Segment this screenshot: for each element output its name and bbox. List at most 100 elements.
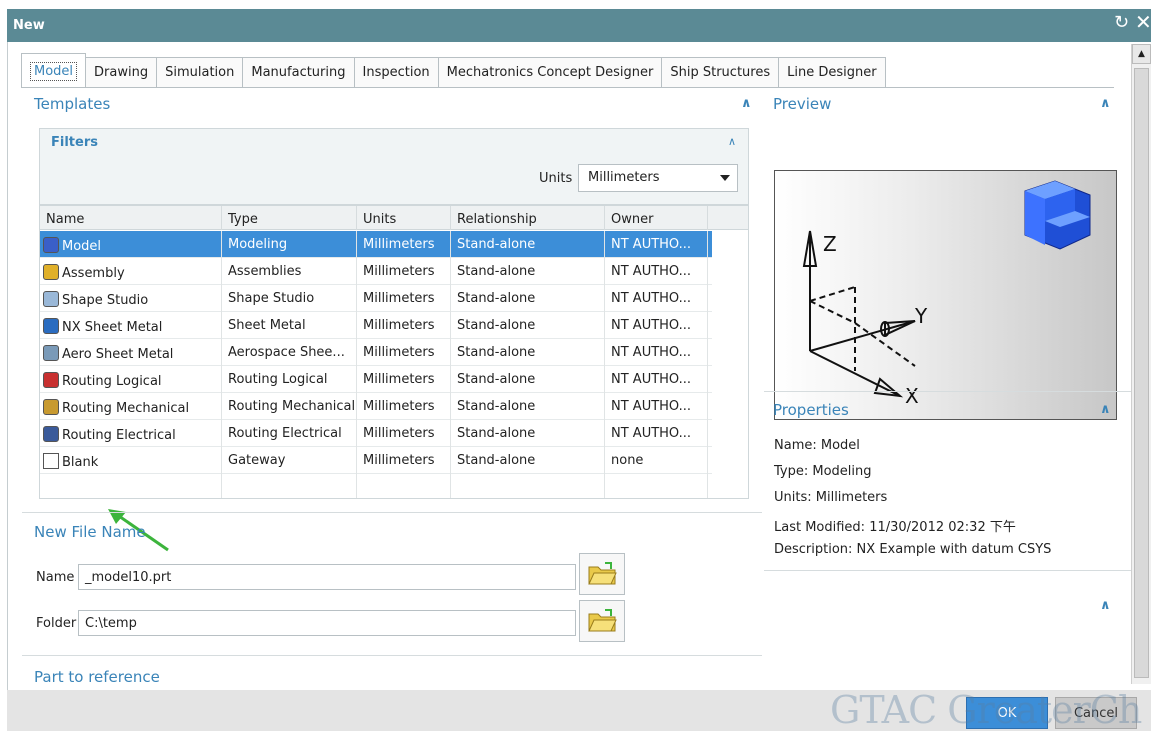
window-title: New (13, 18, 45, 33)
browse-folder-button[interactable] (579, 600, 625, 642)
table-row[interactable]: Shape Studio Shape Studio Millimeters Stand… (40, 285, 712, 312)
cell-units: Millimeters (357, 258, 451, 285)
cell-type: Modeling (222, 231, 357, 258)
cell-text: Assemblies (228, 264, 302, 279)
folder-label: Folder (36, 616, 77, 631)
folder-input[interactable]: C:\temp (78, 610, 576, 636)
cell-units: Millimeters (357, 393, 451, 420)
cell-units: Millimeters (357, 366, 451, 393)
column-header-name[interactable]: Name (40, 206, 222, 230)
cell-units: Millimeters (357, 447, 451, 474)
tab-model-label: Model (30, 61, 78, 81)
shape-studio-icon (43, 291, 59, 307)
cell-text: Millimeters (363, 318, 435, 333)
tab-mechatronics-concept-designer[interactable]: Mechatronics Concept Designer (438, 57, 663, 88)
cell-owner: NT AUTHO... (605, 258, 708, 285)
cell-name: Blank (40, 447, 222, 474)
templates-collapse-icon[interactable]: ∧ (741, 96, 752, 111)
cell-relationship: Stand-alone (451, 231, 605, 258)
watermark: GTAC GreaterCh (830, 688, 1142, 732)
table-row[interactable]: Model Modeling Millimeters Stand-alone NT AU… (40, 231, 712, 258)
scroll-up-arrow-icon[interactable]: ▲ (1132, 44, 1151, 64)
y-axis-label: Y (914, 304, 928, 328)
tab-divider (22, 87, 1114, 88)
extra-section-collapse-icon[interactable]: ∧ (1100, 598, 1111, 613)
cell-text: Stand-alone (457, 318, 536, 333)
cell-name: Model (40, 231, 222, 258)
cell-text: Stand-alone (457, 291, 536, 306)
column-header-type[interactable]: Type (222, 206, 357, 230)
browse-name-button[interactable] (579, 553, 625, 595)
table-row[interactable]: NX Sheet Metal Sheet Metal Millimeters Stan… (40, 312, 712, 339)
filters-title[interactable]: Filters (51, 135, 98, 150)
cell-empty (357, 474, 451, 498)
preview-section-title[interactable]: Preview (773, 95, 831, 113)
properties-collapse-icon[interactable]: ∧ (1100, 402, 1111, 417)
cell-relationship: Stand-alone (451, 285, 605, 312)
reset-icon[interactable]: ↻ (1114, 13, 1129, 33)
cell-type: Aerospace Shee... (222, 339, 357, 366)
table-row[interactable]: Routing Mechanical Routing Mechanical Mill… (40, 393, 712, 420)
cell-text: Routing Logical (62, 374, 162, 389)
tab-ship-structures[interactable]: Ship Structures (662, 57, 780, 88)
cell-empty (40, 474, 222, 498)
z-axis-label: Z (823, 232, 837, 256)
cell-text: Millimeters (363, 291, 435, 306)
properties-section-title[interactable]: Properties (773, 401, 849, 419)
scrollbar-thumb[interactable] (1134, 68, 1149, 678)
cell-owner: NT AUTHO... (605, 420, 708, 447)
part-to-reference-section-title[interactable]: Part to reference (34, 668, 160, 686)
preview-collapse-icon[interactable]: ∧ (1100, 96, 1111, 111)
cell-empty (605, 474, 708, 498)
table-row[interactable]: Blank Gateway Millimeters Stand-alone none (40, 447, 712, 474)
preview-image: Z Y X (774, 170, 1117, 420)
column-header-owner[interactable]: Owner (605, 206, 708, 230)
cell-type: Shape Studio (222, 285, 357, 312)
tab-model[interactable]: Model (21, 53, 87, 88)
table-row[interactable]: Routing Electrical Routing Electrical Mill… (40, 420, 712, 447)
cell-type: Routing Logical (222, 366, 357, 393)
routing-logical-icon (43, 372, 59, 388)
cell-units: Millimeters (357, 285, 451, 312)
tab-line-designer[interactable]: Line Designer (779, 57, 886, 88)
cell-text: NT AUTHO... (611, 291, 692, 306)
section-divider (22, 512, 762, 513)
table-row[interactable]: Assembly Assemblies Millimeters Stand-alone… (40, 258, 712, 285)
cell-owner: none (605, 447, 708, 474)
templates-table: Name Type Units Relationship Owner Model… (39, 205, 749, 499)
cell-owner: NT AUTHO... (605, 339, 708, 366)
blank-page-icon (43, 453, 59, 469)
cell-name: Aero Sheet Metal (40, 339, 222, 366)
property-name: Name: Model (774, 438, 860, 453)
cell-text: Routing Mechanical (228, 399, 356, 414)
column-header-relationship[interactable]: Relationship (451, 206, 605, 230)
new-file-name-section-title[interactable]: New File Name (34, 523, 146, 541)
property-type: Type: Modeling (774, 464, 872, 479)
cell-text: Routing Mechanical (62, 401, 190, 416)
cell-text: Stand-alone (457, 264, 536, 279)
table-row[interactable]: Aero Sheet Metal Aerospace Shee... Millime… (40, 339, 712, 366)
cell-units: Millimeters (357, 339, 451, 366)
units-dropdown[interactable]: Millimeters (578, 164, 738, 192)
tab-drawing[interactable]: Drawing (86, 57, 158, 88)
filters-collapse-icon[interactable]: ∧ (728, 135, 736, 148)
aero-sheet-metal-icon (43, 345, 59, 361)
tab-simulation[interactable]: Simulation (157, 57, 244, 88)
cell-empty (451, 474, 605, 498)
close-icon[interactable]: ✕ (1135, 12, 1151, 32)
routing-electrical-icon (43, 426, 59, 442)
templates-section-title[interactable]: Templates (34, 95, 110, 113)
column-header-units[interactable]: Units (357, 206, 451, 230)
property-last-modified: Last Modified: 11/30/2012 02:32 下午 (774, 520, 1016, 535)
vertical-scrollbar[interactable]: ▲ (1131, 44, 1151, 684)
cell-text: NT AUTHO... (611, 237, 692, 252)
tab-manufacturing[interactable]: Manufacturing (243, 57, 355, 88)
cell-type: Gateway (222, 447, 357, 474)
title-bar: New ↻ ✕ (7, 9, 1151, 42)
cell-text: Millimeters (363, 453, 435, 468)
cell-text: Shape Studio (228, 291, 315, 306)
name-input[interactable]: _model10.prt (78, 564, 576, 590)
cell-name: Assembly (40, 258, 222, 285)
tab-inspection[interactable]: Inspection (354, 57, 439, 88)
table-row[interactable]: Routing Logical Routing Logical Millimeter… (40, 366, 712, 393)
